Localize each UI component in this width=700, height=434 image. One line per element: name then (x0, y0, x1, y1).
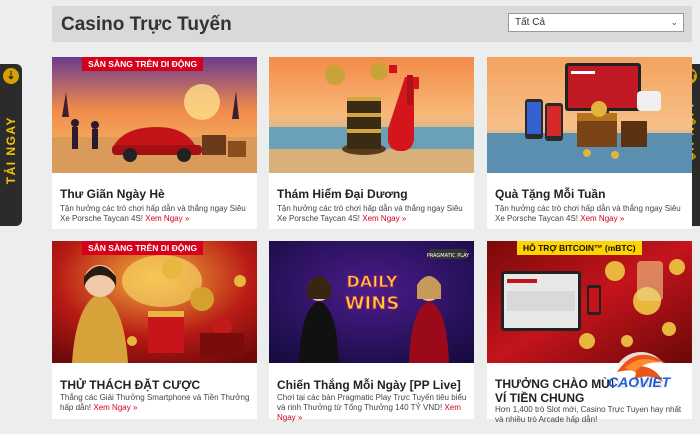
download-arrow-icon: ⇣ (3, 68, 19, 84)
chevron-down-icon: ⌄ (670, 17, 678, 27)
page-header: Casino Trực Tuyến Tất Cả ⌄ (52, 6, 692, 42)
promo-title[interactable]: Chiến Thắng Mỗi Ngày [PP Live] (277, 378, 461, 392)
promo-description: Chơi tại các bàn Pragmatic Play Trực Tuy… (277, 393, 468, 423)
mobile-ready-badge: SẴN SÀNG TRÊN DI ĐỘNG (82, 57, 204, 71)
promo-title[interactable]: Quà Tặng Mỗi Tuần (495, 187, 605, 201)
category-filter-select[interactable]: Tất Cả ⌄ (508, 13, 684, 32)
promo-desc-text: Chơi tại các bàn Pragmatic Play Trực Tuy… (277, 393, 467, 412)
promo-title[interactable]: Thám Hiểm Đại Dương (277, 187, 408, 201)
promo-title[interactable]: Thư Giãn Ngày Hè (60, 187, 165, 201)
svg-text:DAILY: DAILY (347, 272, 398, 291)
promo-image-daily-wins[interactable]: DAILY WINS PRAGMATIC PLAY (269, 241, 474, 363)
promo-image-weekly-gift[interactable] (487, 57, 692, 173)
view-now-link[interactable]: Xem Ngay » (145, 214, 189, 223)
svg-text:PRAGMATIC PLAY: PRAGMATIC PLAY (427, 253, 470, 259)
caoviet-logo-text: CAOVIET (608, 374, 671, 390)
view-now-link[interactable]: Xem Ngay » (580, 214, 624, 223)
promo-description: Tận hưởng các trò chơi hấp dẫn và thắng … (495, 204, 686, 224)
promo-card-betting-challenge[interactable]: SẴN SÀNG TRÊN DI ĐỘNG THỬ THÁCH ĐẶT CƯỢC… (52, 241, 257, 419)
promo-image-ocean[interactable] (269, 57, 474, 173)
bitcoin-support-badge: HỖ TRỢ BITCOIN™ (mBTC) (517, 241, 642, 255)
mobile-ready-badge: SẴN SÀNG TRÊN DI ĐỘNG (82, 241, 204, 255)
promo-description: Tận hưởng các trò chơi hấp dẫn và thắng … (277, 204, 468, 224)
promo-card-weekly-gift[interactable]: Quà Tặng Mỗi Tuần Tận hưởng các trò chơi… (487, 57, 692, 229)
promo-image-betting-challenge[interactable] (52, 241, 257, 363)
download-side-label: TẢI NGAY (4, 116, 18, 185)
promo-description: Thắng các Giải Thưởng Smartphone và Tiền… (60, 393, 251, 413)
view-now-link[interactable]: Xem Ngay » (93, 403, 137, 412)
promo-description: Tận hưởng các trò chơi hấp dẫn và thắng … (60, 204, 251, 224)
filter-selected-value: Tất Cả (515, 17, 546, 28)
promo-card-summer[interactable]: SẴN SÀNG TRÊN DI ĐỘNG Thư Giãn Ngày Hè T… (52, 57, 257, 229)
svg-text:WINS: WINS (345, 293, 400, 314)
promo-desc-text: Thắng các Giải Thưởng Smartphone và Tiền… (60, 393, 250, 412)
caoviet-logo: CAOVIET (603, 344, 673, 414)
download-side-tab[interactable]: ⇣ TẢI NGAY (0, 64, 22, 226)
promo-title[interactable]: THỬ THÁCH ĐẶT CƯỢC (60, 378, 200, 392)
promo-title-line2[interactable]: VÍ TIỀN CHUNG (495, 391, 584, 405)
view-now-link[interactable]: Xem Ngay » (362, 214, 406, 223)
promo-image-summer[interactable] (52, 57, 257, 173)
page-title: Casino Trực Tuyến (61, 14, 232, 35)
promo-card-ocean[interactable]: Thám Hiểm Đại Dương Tận hưởng các trò ch… (269, 57, 474, 229)
promo-card-daily-wins[interactable]: DAILY WINS PRAGMATIC PLAY Chiến Thắng Mỗ… (269, 241, 474, 422)
